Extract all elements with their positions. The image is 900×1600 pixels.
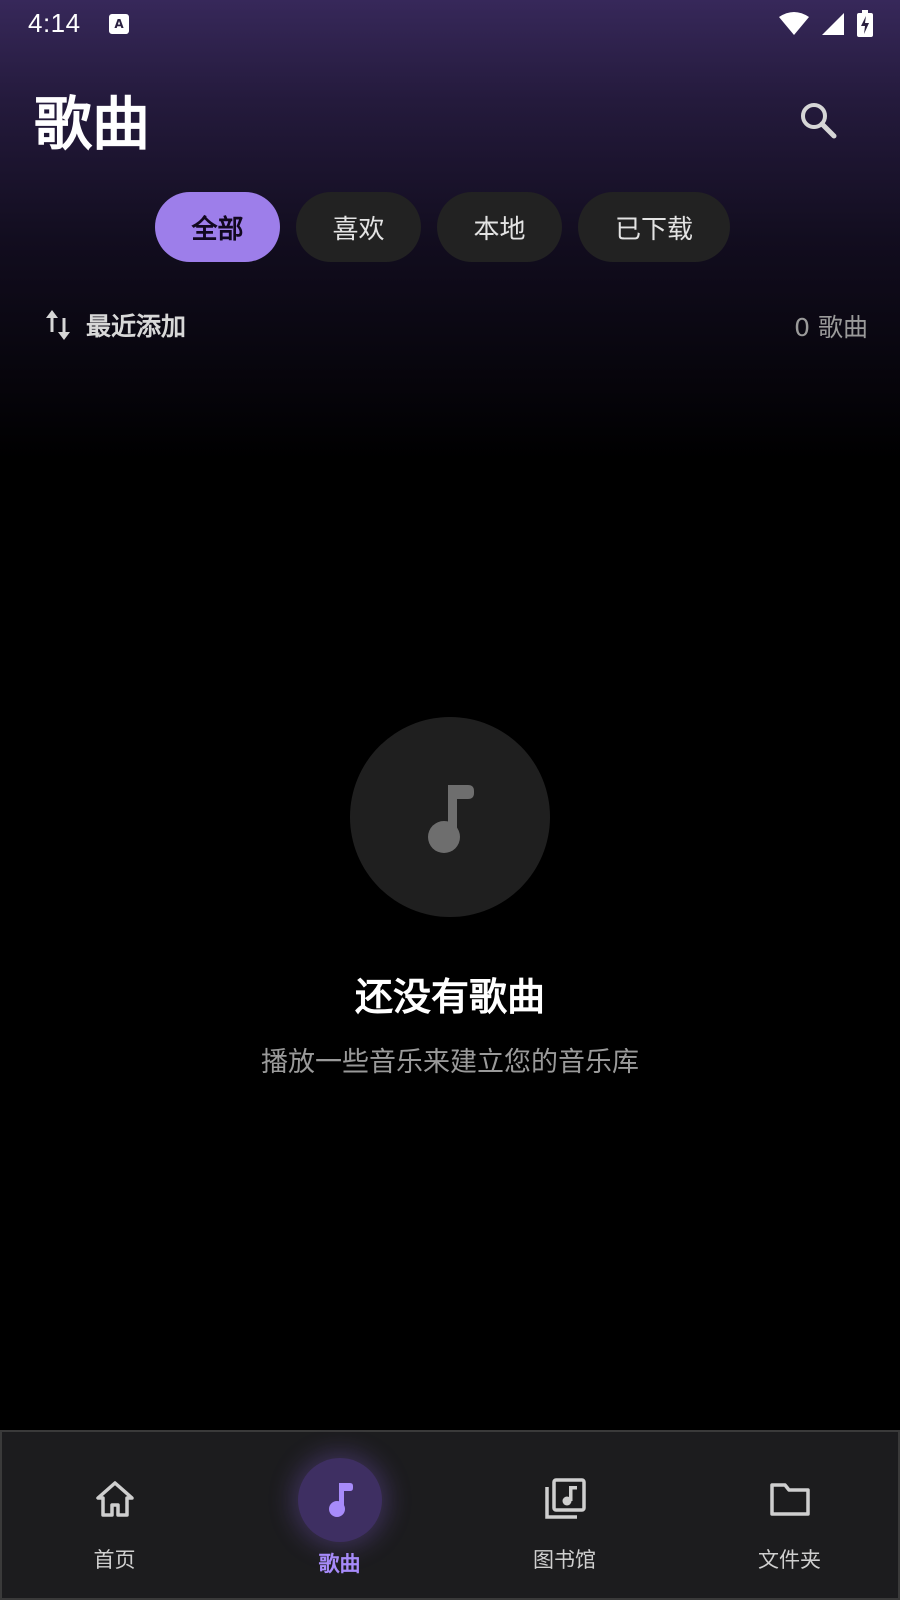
nav-icon-wrap (767, 1476, 813, 1522)
sort-button[interactable]: 最近添加 (44, 300, 186, 350)
music-note-icon (328, 1483, 353, 1517)
filter-chip-local[interactable]: 本地 (437, 192, 562, 262)
filter-chips: 全部 喜欢 本地 已下载 (0, 192, 900, 262)
filter-chip-downloaded[interactable]: 已下载 (578, 192, 730, 262)
battery-charging-icon (857, 10, 873, 37)
home-icon (95, 1481, 134, 1517)
cellular-signal-icon (822, 13, 844, 35)
nav-label: 图书馆 (533, 1548, 596, 1572)
nav-icon-wrap (92, 1476, 138, 1522)
nav-label: 文件夹 (758, 1548, 821, 1572)
page-title: 歌曲 (34, 90, 151, 158)
sort-label: 最近添加 (86, 312, 187, 341)
song-count: 0 歌曲 (794, 313, 868, 342)
filter-chip-label: 喜欢 (332, 214, 385, 245)
swap-vert-icon (46, 310, 70, 340)
filter-chip-label: 已下载 (614, 214, 693, 245)
filter-chip-liked[interactable]: 喜欢 (296, 192, 421, 262)
nav-label: 歌曲 (318, 1552, 361, 1576)
filter-chip-label: 本地 (473, 214, 526, 245)
empty-state-subtitle: 播放一些音乐来建立您的音乐库 (261, 1047, 639, 1078)
nav-item-library[interactable]: 图书馆 (452, 1432, 677, 1598)
empty-state-illustration (350, 717, 550, 917)
svg-text:A: A (114, 17, 124, 31)
nav-item-home[interactable]: 首页 (2, 1432, 227, 1598)
folder-icon (769, 1483, 810, 1516)
bottom-navigation: 首页 歌曲 图书馆 文件夹 (0, 1430, 900, 1600)
filter-chip-all[interactable]: 全部 (155, 192, 280, 262)
search-button[interactable] (790, 92, 846, 148)
status-bar: 4:14 A (0, 0, 900, 48)
empty-state-title: 还没有歌曲 (354, 975, 545, 1019)
music-note-icon (428, 785, 474, 853)
sort-row: 最近添加 0 歌曲 (0, 300, 900, 350)
search-icon (801, 103, 837, 139)
status-time: 4:14 (28, 8, 81, 38)
status-icons (778, 10, 874, 38)
active-indicator (297, 1458, 382, 1542)
nav-icon-wrap (542, 1476, 588, 1522)
nav-item-folders[interactable]: 文件夹 (677, 1432, 900, 1598)
wifi-icon (779, 12, 809, 35)
nav-item-songs[interactable]: 歌曲 (227, 1432, 452, 1598)
library-music-icon (544, 1478, 586, 1519)
filter-chip-label: 全部 (191, 214, 244, 245)
nav-label: 首页 (93, 1548, 136, 1572)
app-notification-icon: A (109, 14, 129, 34)
